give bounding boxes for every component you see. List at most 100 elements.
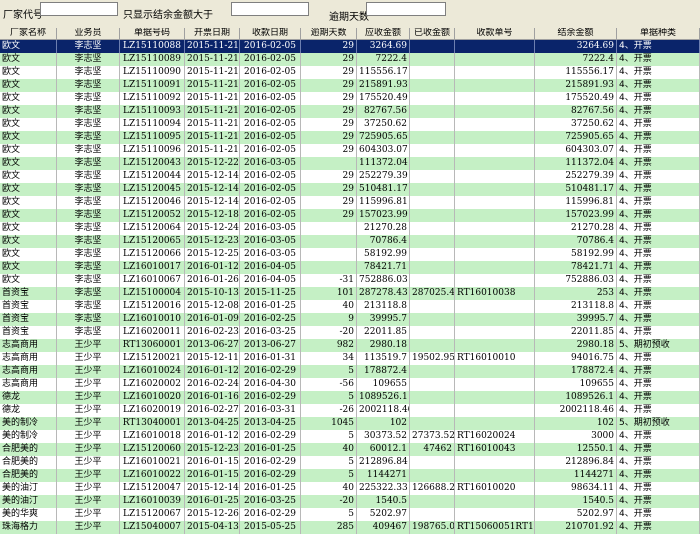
- table-row[interactable]: 欧文 李志坚 LZ15110096 2015-11-21 2016-02-05 29 604…: [0, 144, 700, 157]
- table-row[interactable]: 志高商用 王少平 LZ16010024 2016-01-12 2016-02-29 5 17…: [0, 365, 700, 378]
- invoice-date-cell: 2016-01-15: [187, 469, 240, 482]
- column-header-received-amount[interactable]: 已收金额: [410, 28, 455, 39]
- document-number-cell: LZ16020011: [120, 326, 185, 339]
- table-row[interactable]: 欧文 李志坚 LZ15110088 2015-11-21 2016-02-05 29 326…: [0, 40, 700, 53]
- table-row[interactable]: 欧文 李志坚 LZ15120066 2015-12-25 2016-03-05 58192…: [0, 248, 700, 261]
- table-row[interactable]: 欧文 李志坚 LZ15110094 2015-11-21 2016-02-05 29 372…: [0, 118, 700, 131]
- receivables-grid[interactable]: 厂家名称 业务员 单据号码 开票日期 收款日期 逾期天数 应收金额 已收金额 收款单号 结余金额单…: [0, 28, 700, 537]
- table-row[interactable]: 欧文 李志坚 LZ15120044 2015-12-14 2016-02-05 29 252…: [0, 170, 700, 183]
- table-row[interactable]: 欧文 李志坚 LZ15110093 2015-11-21 2016-02-05 29 827…: [0, 105, 700, 118]
- table-row[interactable]: 志高商用 王少平 LZ16020002 2016-02-24 2016-04-30 -56…: [0, 378, 700, 391]
- balance-amount-cell: 510481.17: [535, 183, 617, 196]
- table-row[interactable]: 欧文 李志坚 LZ15120046 2015-12-14 2016-02-05 29 115…: [0, 196, 700, 209]
- receipt-number-cell: [455, 118, 535, 131]
- table-row[interactable]: 合肥美的 王少平 LZ15120060 2015-12-23 2016-01-25 40 6…: [0, 443, 700, 456]
- balance-amount-cell: 98634.11: [535, 482, 617, 495]
- column-header-invoice-date[interactable]: 开票日期: [185, 28, 240, 39]
- column-header-collection-date[interactable]: 收款日期: [240, 28, 301, 39]
- salesperson-cell: 王少平: [57, 456, 120, 469]
- receipt-number-cell: [455, 248, 535, 261]
- table-row[interactable]: 美的制冷 王少平 RT13040001 2013-04-25 2013-04-25 104…: [0, 417, 700, 430]
- document-type-cell: 4、开票: [617, 261, 700, 274]
- document-type-cell: 5、期初预收: [617, 417, 700, 430]
- received-amount-cell: [410, 274, 455, 287]
- balance-amount-cell: 58192.99: [535, 248, 617, 261]
- invoice-date-cell: 2013-06-27: [187, 339, 240, 352]
- overdue-days-cell: 40: [301, 300, 357, 313]
- overdue-days-cell: 29: [301, 170, 357, 183]
- collection-date-cell: 2016-02-25: [240, 313, 301, 326]
- table-row[interactable]: 首资宝 李志坚 LZ16020011 2016-02-23 2016-03-25 -20 2…: [0, 326, 700, 339]
- table-row[interactable]: 首资宝 李志坚 LZ16010010 2016-01-09 2016-02-25 9 399…: [0, 313, 700, 326]
- salesperson-cell: 李志坚: [57, 313, 120, 326]
- overdue-days-cell: 29: [301, 183, 357, 196]
- table-row[interactable]: 珠海格力 王少平 LZ15040007 2015-04-13 2015-05-25 285…: [0, 521, 700, 534]
- invoice-date-cell: 2015-12-26: [187, 508, 240, 521]
- table-row[interactable]: 德龙 王少平 LZ16020019 2016-02-27 2016-03-31 -26 20…: [0, 404, 700, 417]
- table-row[interactable]: 美的制冷 王少平 LZ16010018 2016-01-12 2016-02-29 5 30…: [0, 430, 700, 443]
- table-row[interactable]: 欧文 李志坚 LZ16010067 2016-01-26 2016-04-05 -31 75…: [0, 274, 700, 287]
- salesperson-cell: 李志坚: [57, 40, 120, 53]
- vendor-code-input[interactable]: [40, 2, 118, 16]
- table-row[interactable]: 合肥美的 王少平 LZ16010021 2016-01-15 2016-02-29 5 21…: [0, 456, 700, 469]
- document-number-cell: LZ15120046: [120, 196, 185, 209]
- table-row[interactable]: 美的油汀 王少平 LZ16010039 2016-01-25 2016-03-25 -20…: [0, 495, 700, 508]
- column-header-receipt-number[interactable]: 收款单号: [455, 28, 535, 39]
- table-row[interactable]: 欧文 李志坚 LZ15110095 2015-11-21 2016-02-05 29 725…: [0, 131, 700, 144]
- column-header-document-type[interactable]: 单据种类: [617, 28, 700, 39]
- table-row[interactable]: 欧文 李志坚 LZ15110092 2015-11-21 2016-02-05 29 175…: [0, 92, 700, 105]
- column-header-receivable-amount[interactable]: 应收金额: [357, 28, 410, 39]
- table-row[interactable]: 欧文 李志坚 LZ15120065 2015-12-23 2016-03-05 70786…: [0, 235, 700, 248]
- table-row[interactable]: 欧文 李志坚 LZ15120052 2015-12-18 2016-02-05 29 157…: [0, 209, 700, 222]
- column-header-salesperson[interactable]: 业务员: [57, 28, 120, 39]
- table-row[interactable]: 欧文 李志坚 LZ16010017 2016-01-12 2016-04-05 78421…: [0, 261, 700, 274]
- vendor-name-cell: 欧文: [0, 40, 57, 53]
- column-header-vendor-name[interactable]: 厂家名称: [0, 28, 57, 39]
- table-row[interactable]: 首资宝 李志坚 LZ15100004 2015-10-13 2015-11-25 101 2…: [0, 287, 700, 300]
- table-row[interactable]: 首资宝 李志坚 LZ15120016 2015-12-08 2016-01-25 40 21…: [0, 300, 700, 313]
- column-header-balance-amount[interactable]: 结余金额: [535, 28, 617, 39]
- table-row[interactable]: 志高商用 王少平 LZ15120021 2015-12-11 2016-01-31 34 1…: [0, 352, 700, 365]
- collection-date-cell: 2016-02-05: [240, 105, 301, 118]
- received-amount-cell: [410, 157, 455, 170]
- overdue-days-input[interactable]: [366, 2, 446, 16]
- document-number-cell: LZ15040007: [120, 521, 185, 534]
- table-row[interactable]: 欧文 李志坚 LZ15120064 2015-12-24 2016-03-05 21270…: [0, 222, 700, 235]
- vendor-name-cell: 首资宝: [0, 287, 57, 300]
- column-header-overdue-days[interactable]: 逾期天数: [301, 28, 357, 39]
- table-row[interactable]: 美的华爽 王少平 LZ15120067 2015-12-26 2016-02-29 5 52…: [0, 508, 700, 521]
- salesperson-cell: 李志坚: [57, 66, 120, 79]
- table-row[interactable]: 德龙 王少平 LZ16010020 2016-01-16 2016-02-29 5 1089…: [0, 391, 700, 404]
- column-header-document-number[interactable]: 单据号码: [120, 28, 185, 39]
- table-row[interactable]: 志高商用 王少平 RT13060001 2013-06-27 2013-06-27 982…: [0, 339, 700, 352]
- receivable-amount-cell: 3264.69: [357, 40, 410, 53]
- receivable-amount-cell: 78421.71: [357, 261, 410, 274]
- invoice-date-cell: 2016-01-12: [187, 261, 240, 274]
- invoice-date-cell: 2015-12-22: [187, 157, 240, 170]
- salesperson-cell: 王少平: [57, 495, 120, 508]
- document-number-cell: LZ15110092: [120, 92, 185, 105]
- table-row[interactable]: 欧文 李志坚 LZ15120043 2015-12-22 2016-03-05 11137…: [0, 157, 700, 170]
- collection-date-cell: 2016-02-05: [240, 144, 301, 157]
- balance-amount-cell: 82767.56: [535, 105, 617, 118]
- document-number-cell: LZ15120067: [120, 508, 185, 521]
- document-number-cell: LZ16010020: [120, 391, 185, 404]
- document-number-cell: LZ15120066: [120, 248, 185, 261]
- receipt-number-cell: RT16010010: [455, 352, 535, 365]
- table-row[interactable]: 欧文 李志坚 LZ15110091 2015-11-21 2016-02-05 29 215…: [0, 79, 700, 92]
- document-number-cell: LZ15110088: [120, 40, 185, 53]
- collection-date-cell: 2016-02-05: [240, 92, 301, 105]
- table-row[interactable]: 美的油汀 王少平 LZ15120047 2015-12-14 2016-01-25 40 2…: [0, 482, 700, 495]
- min-balance-input[interactable]: [231, 2, 309, 16]
- table-row[interactable]: 欧文 李志坚 LZ15110089 2015-11-21 2016-02-05 29 722…: [0, 53, 700, 66]
- receivable-amount-cell: 5202.97: [357, 508, 410, 521]
- receipt-number-cell: [455, 339, 535, 352]
- table-row[interactable]: 合肥美的 王少平 LZ16010022 2016-01-15 2016-02-29 5 11…: [0, 469, 700, 482]
- vendor-name-cell: 首资宝: [0, 313, 57, 326]
- table-row[interactable]: 欧文 李志坚 LZ15110090 2015-11-21 2016-02-05 29 115…: [0, 66, 700, 79]
- document-type-cell: 4、开票: [617, 326, 700, 339]
- table-row[interactable]: 欧文 李志坚 LZ15120045 2015-12-14 2016-02-05 29 510…: [0, 183, 700, 196]
- document-number-cell: LZ15120052: [120, 209, 185, 222]
- salesperson-cell: 李志坚: [57, 261, 120, 274]
- document-type-cell: 4、开票: [617, 287, 700, 300]
